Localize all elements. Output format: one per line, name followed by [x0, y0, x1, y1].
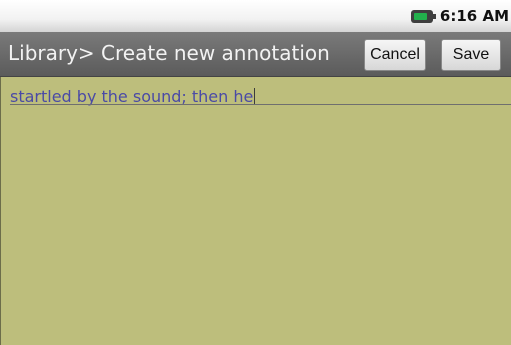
save-button[interactable]: Save — [441, 39, 501, 71]
text-underline — [10, 104, 511, 105]
battery-icon — [410, 9, 436, 23]
page-title: Library> Create new annotation — [8, 41, 330, 65]
status-indicators: 6:16 AM — [410, 4, 509, 28]
cancel-button[interactable]: Cancel — [364, 39, 426, 71]
title-bar: Library> Create new annotation Cancel Sa… — [0, 32, 511, 77]
status-bar: 6:16 AM — [0, 0, 511, 32]
text-cursor — [254, 88, 256, 105]
annotation-editor[interactable]: startled by the sound; then he — [0, 77, 511, 345]
editor-border — [0, 77, 1, 345]
clock: 6:16 AM — [439, 7, 509, 25]
